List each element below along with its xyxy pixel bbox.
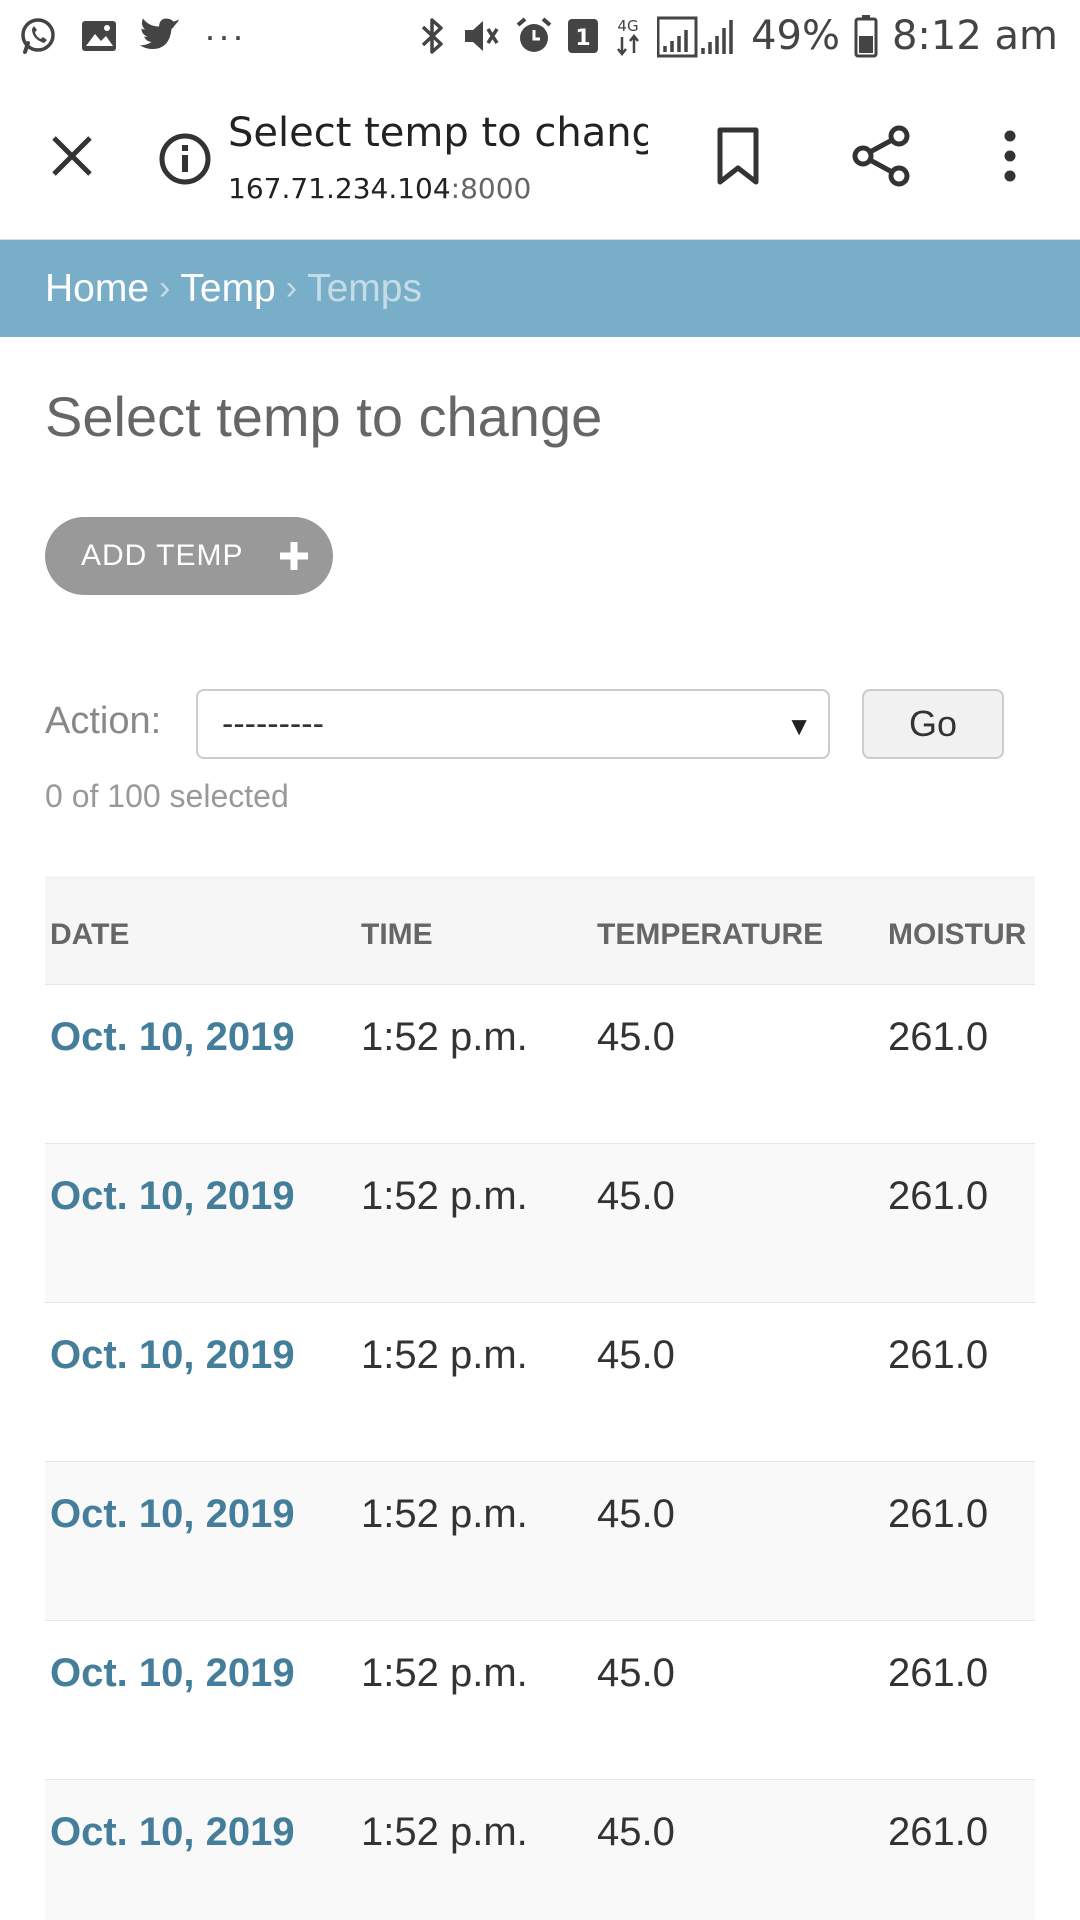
table-row: Oct. 10, 2019 1:52 p.m. 45.0 261.0 [45,985,1035,1144]
status-bar: ··· 1 4G 49% 8:12 am [0,0,1080,72]
url-host: 167.71.234.104 [228,172,451,205]
breadcrumb-separator: › [285,269,298,307]
row-date-link[interactable]: Oct. 10, 2019 [50,1810,295,1855]
more-options-icon[interactable] [990,124,1030,188]
row-date-link[interactable]: Oct. 10, 2019 [50,1174,295,1219]
row-time: 1:52 p.m. [361,1810,528,1854]
dropdown-arrow-icon: ▼ [786,711,812,741]
row-temperature: 45.0 [597,1651,675,1695]
row-time: 1:52 p.m. [361,1174,528,1218]
row-moisture: 261.0 [888,1810,989,1854]
network-4g-icon: 4G [613,15,643,57]
selection-counter: 0 of 100 selected [45,778,289,814]
row-time: 1:52 p.m. [361,1651,528,1695]
battery-icon [854,14,878,58]
column-header-time[interactable]: TIME [361,918,433,952]
url-port: :8000 [450,172,532,205]
row-temperature: 45.0 [597,1492,675,1536]
row-temperature: 45.0 [597,1174,675,1218]
breadcrumb-separator: › [159,269,171,307]
breadcrumb-app[interactable]: Temp [180,267,275,311]
vibrate-mute-icon [461,16,501,56]
page-tab-title: Select temp to chang... [228,110,648,156]
action-selected-option: --------- [222,704,324,743]
more-notifications-icon: ··· [204,15,246,56]
breadcrumb: Home › Temp › Temps [0,240,1080,337]
results-table: DATE TIME TEMPERATURE MOISTUR Oct. 10, 2… [45,877,1035,1920]
table-row: Oct. 10, 2019 1:52 p.m. 45.0 261.0 [45,1303,1035,1462]
url-display[interactable]: 167.71.234.104:8000 [228,172,531,205]
bluetooth-icon [419,16,447,56]
table-row: Oct. 10, 2019 1:52 p.m. 45.0 261.0 [45,1621,1035,1780]
table-row: Oct. 10, 2019 1:52 p.m. 45.0 261.0 [45,1144,1035,1303]
row-moisture: 261.0 [888,1492,989,1536]
twitter-icon [140,18,182,54]
column-header-moisture[interactable]: MOISTUR [888,918,1035,952]
column-header-temperature[interactable]: TEMPERATURE [597,918,823,952]
battery-percent: 49% [751,13,840,59]
share-icon[interactable] [850,124,914,188]
add-temp-button[interactable]: ADD TEMP [45,517,333,595]
breadcrumb-current: Temps [307,266,422,310]
column-header-date[interactable]: DATE [50,918,129,952]
browser-toolbar: Select temp to chang... 167.71.234.104:8… [0,72,1080,240]
gallery-icon [80,19,118,53]
row-temperature: 45.0 [597,1810,675,1854]
row-time: 1:52 p.m. [361,1015,528,1059]
close-icon[interactable] [40,124,104,188]
row-temperature: 45.0 [597,1015,675,1059]
row-time: 1:52 p.m. [361,1333,528,1377]
status-bar-notifications: ··· [18,14,246,58]
table-row: Oct. 10, 2019 1:52 p.m. 45.0 261.0 [45,1780,1035,1920]
row-date-link[interactable]: Oct. 10, 2019 [50,1651,295,1696]
alarm-icon [515,16,553,56]
row-moisture: 261.0 [888,1015,989,1059]
go-button[interactable]: Go [862,689,1004,759]
clock: 8:12 am [891,13,1058,59]
table-row: Oct. 10, 2019 1:52 p.m. 45.0 261.0 [45,1462,1035,1621]
svg-text:1: 1 [575,26,590,51]
info-icon[interactable] [158,132,212,186]
action-label: Action: [45,700,162,742]
table-header: DATE TIME TEMPERATURE MOISTUR [45,877,1035,985]
bookmark-icon[interactable] [712,126,764,186]
breadcrumb-home[interactable]: Home [45,267,149,311]
svg-text:4G: 4G [617,17,638,35]
row-moisture: 261.0 [888,1174,989,1218]
row-moisture: 261.0 [888,1333,989,1377]
row-temperature: 45.0 [597,1333,675,1377]
notification-count-badge: 1 [567,18,599,54]
row-date-link[interactable]: Oct. 10, 2019 [50,1333,295,1378]
row-date-link[interactable]: Oct. 10, 2019 [50,1015,295,1060]
row-date-link[interactable]: Oct. 10, 2019 [50,1492,295,1537]
page-title: Select temp to change [45,385,603,448]
signal-icon [657,14,737,58]
action-select[interactable]: --------- ▼ [196,689,830,759]
status-bar-system: 1 4G 49% 8:12 am [419,10,1058,62]
add-temp-label: ADD TEMP [81,539,244,572]
whatsapp-icon [18,16,58,56]
row-moisture: 261.0 [888,1651,989,1695]
row-time: 1:52 p.m. [361,1492,528,1536]
plus-icon [277,539,311,573]
